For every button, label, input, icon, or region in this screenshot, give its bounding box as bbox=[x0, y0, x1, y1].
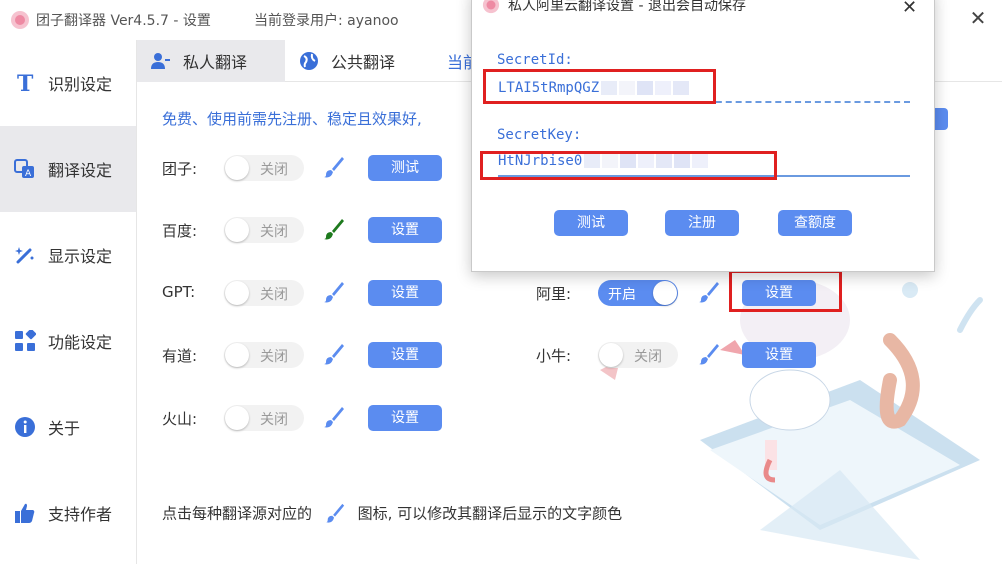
sidebar-item-features[interactable]: 功能设定 bbox=[0, 298, 136, 384]
translator-label: GPT: bbox=[162, 283, 196, 301]
highlight-box-ali-settings bbox=[729, 270, 842, 312]
apps-grid-icon bbox=[14, 330, 36, 352]
tab-private-translation[interactable]: 私人翻译 bbox=[137, 40, 285, 82]
translator-label: 有道: bbox=[162, 347, 198, 365]
notice-text: 免费、使用前需先注册、稳定且效果好, bbox=[162, 110, 422, 128]
window-close-button[interactable]: ✕ bbox=[966, 6, 990, 30]
brush-color-icon[interactable] bbox=[322, 280, 346, 304]
tab-public-translation[interactable]: 公共翻译 bbox=[285, 40, 431, 82]
person-key-icon bbox=[151, 51, 171, 71]
youdao-settings-button[interactable]: 设置 bbox=[368, 342, 442, 368]
svg-text:T: T bbox=[17, 72, 34, 94]
tuanzi-toggle[interactable]: 关闭 bbox=[224, 155, 304, 181]
gpt-settings-button[interactable]: 设置 bbox=[368, 280, 442, 306]
dialog-quota-button[interactable]: 查额度 bbox=[778, 210, 852, 236]
highlight-box-secret-key bbox=[480, 151, 777, 180]
baidu-toggle[interactable]: 关闭 bbox=[224, 217, 304, 243]
sidebar-item-label: 翻译设定 bbox=[48, 161, 113, 180]
sidebar-item-label: 功能设定 bbox=[48, 333, 113, 352]
xiaoniu-toggle[interactable]: 关闭 bbox=[598, 342, 678, 368]
svg-text:A: A bbox=[25, 169, 32, 179]
globe-icon bbox=[299, 51, 319, 71]
current-user-label: 当前登录用户: ayanoo bbox=[254, 13, 399, 29]
translator-label: 团子: bbox=[162, 160, 198, 178]
info-icon bbox=[14, 416, 36, 438]
sidebar-item-about[interactable]: 关于 bbox=[0, 384, 136, 470]
ali-settings-dialog: 私人阿里云翻译设置 - 退出会自动保存 ✕ SecretId: LTAI5tRm… bbox=[471, 0, 935, 272]
youdao-toggle[interactable]: 关闭 bbox=[224, 342, 304, 368]
sidebar-item-label: 显示设定 bbox=[48, 247, 113, 266]
huoshan-settings-button[interactable]: 设置 bbox=[368, 405, 442, 431]
brush-color-icon[interactable] bbox=[322, 155, 346, 179]
ali-toggle[interactable]: 开启 bbox=[598, 280, 678, 306]
window-title: 团子翻译器 Ver4.5.7 - 设置 bbox=[36, 13, 211, 29]
translator-label: 小牛: bbox=[536, 347, 572, 365]
sidebar-item-translation[interactable]: A 翻译设定 bbox=[0, 126, 136, 212]
translator-label: 阿里: bbox=[536, 285, 572, 303]
tuanzi-test-button[interactable]: 测试 bbox=[368, 155, 442, 181]
translator-label: 火山: bbox=[162, 410, 198, 428]
tab-label: 私人翻译 bbox=[183, 53, 248, 72]
brush-color-icon[interactable] bbox=[697, 280, 721, 304]
highlight-box-secret-id bbox=[483, 69, 716, 104]
gpt-toggle[interactable]: 关闭 bbox=[224, 280, 304, 306]
translator-label: 百度: bbox=[162, 222, 198, 240]
sidebar-item-label: 关于 bbox=[48, 419, 81, 438]
app-logo-icon bbox=[482, 0, 500, 14]
sidebar-item-display[interactable]: 显示设定 bbox=[0, 212, 136, 298]
dialog-close-button[interactable]: ✕ bbox=[902, 0, 917, 18]
brush-color-icon[interactable] bbox=[322, 217, 346, 241]
brush-hint-text: 点击每种翻译源对应的 图标, 可以修改其翻译后显示的文字颜色 bbox=[162, 502, 622, 524]
sidebar: T 识别设定 A 翻译设定 显示设定 功能设定 关于 支持作者 bbox=[0, 40, 137, 564]
sidebar-item-label: 识别设定 bbox=[48, 75, 113, 94]
xiaoniu-settings-button[interactable]: 设置 bbox=[742, 342, 816, 368]
tab-label: 公共翻译 bbox=[331, 53, 396, 72]
hint-after: 图标, 可以修改其翻译后显示的文字颜色 bbox=[357, 504, 623, 523]
brush-color-icon[interactable] bbox=[697, 342, 721, 366]
secret-key-label: SecretKey: bbox=[497, 127, 582, 143]
dialog-register-button[interactable]: 注册 bbox=[665, 210, 739, 236]
huoshan-toggle[interactable]: 关闭 bbox=[224, 405, 304, 431]
sidebar-item-recognition[interactable]: T 识别设定 bbox=[0, 40, 136, 126]
app-logo-icon bbox=[11, 11, 29, 29]
sidebar-item-support[interactable]: 支持作者 bbox=[0, 470, 136, 556]
brush-icon bbox=[325, 503, 344, 523]
brush-color-icon[interactable] bbox=[322, 342, 346, 366]
dialog-test-button[interactable]: 测试 bbox=[554, 210, 628, 236]
magic-wand-icon bbox=[14, 244, 36, 266]
sidebar-item-label: 支持作者 bbox=[48, 505, 113, 524]
translate-icon: A bbox=[14, 158, 36, 180]
baidu-settings-button[interactable]: 设置 bbox=[368, 217, 442, 243]
brush-color-icon[interactable] bbox=[322, 405, 346, 429]
hint-before: 点击每种翻译源对应的 bbox=[162, 504, 313, 523]
dialog-title: 私人阿里云翻译设置 - 退出会自动保存 bbox=[508, 0, 746, 14]
text-T-icon: T bbox=[14, 72, 36, 94]
secret-id-label: SecretId: bbox=[497, 52, 573, 68]
thumbs-up-icon bbox=[14, 502, 36, 524]
